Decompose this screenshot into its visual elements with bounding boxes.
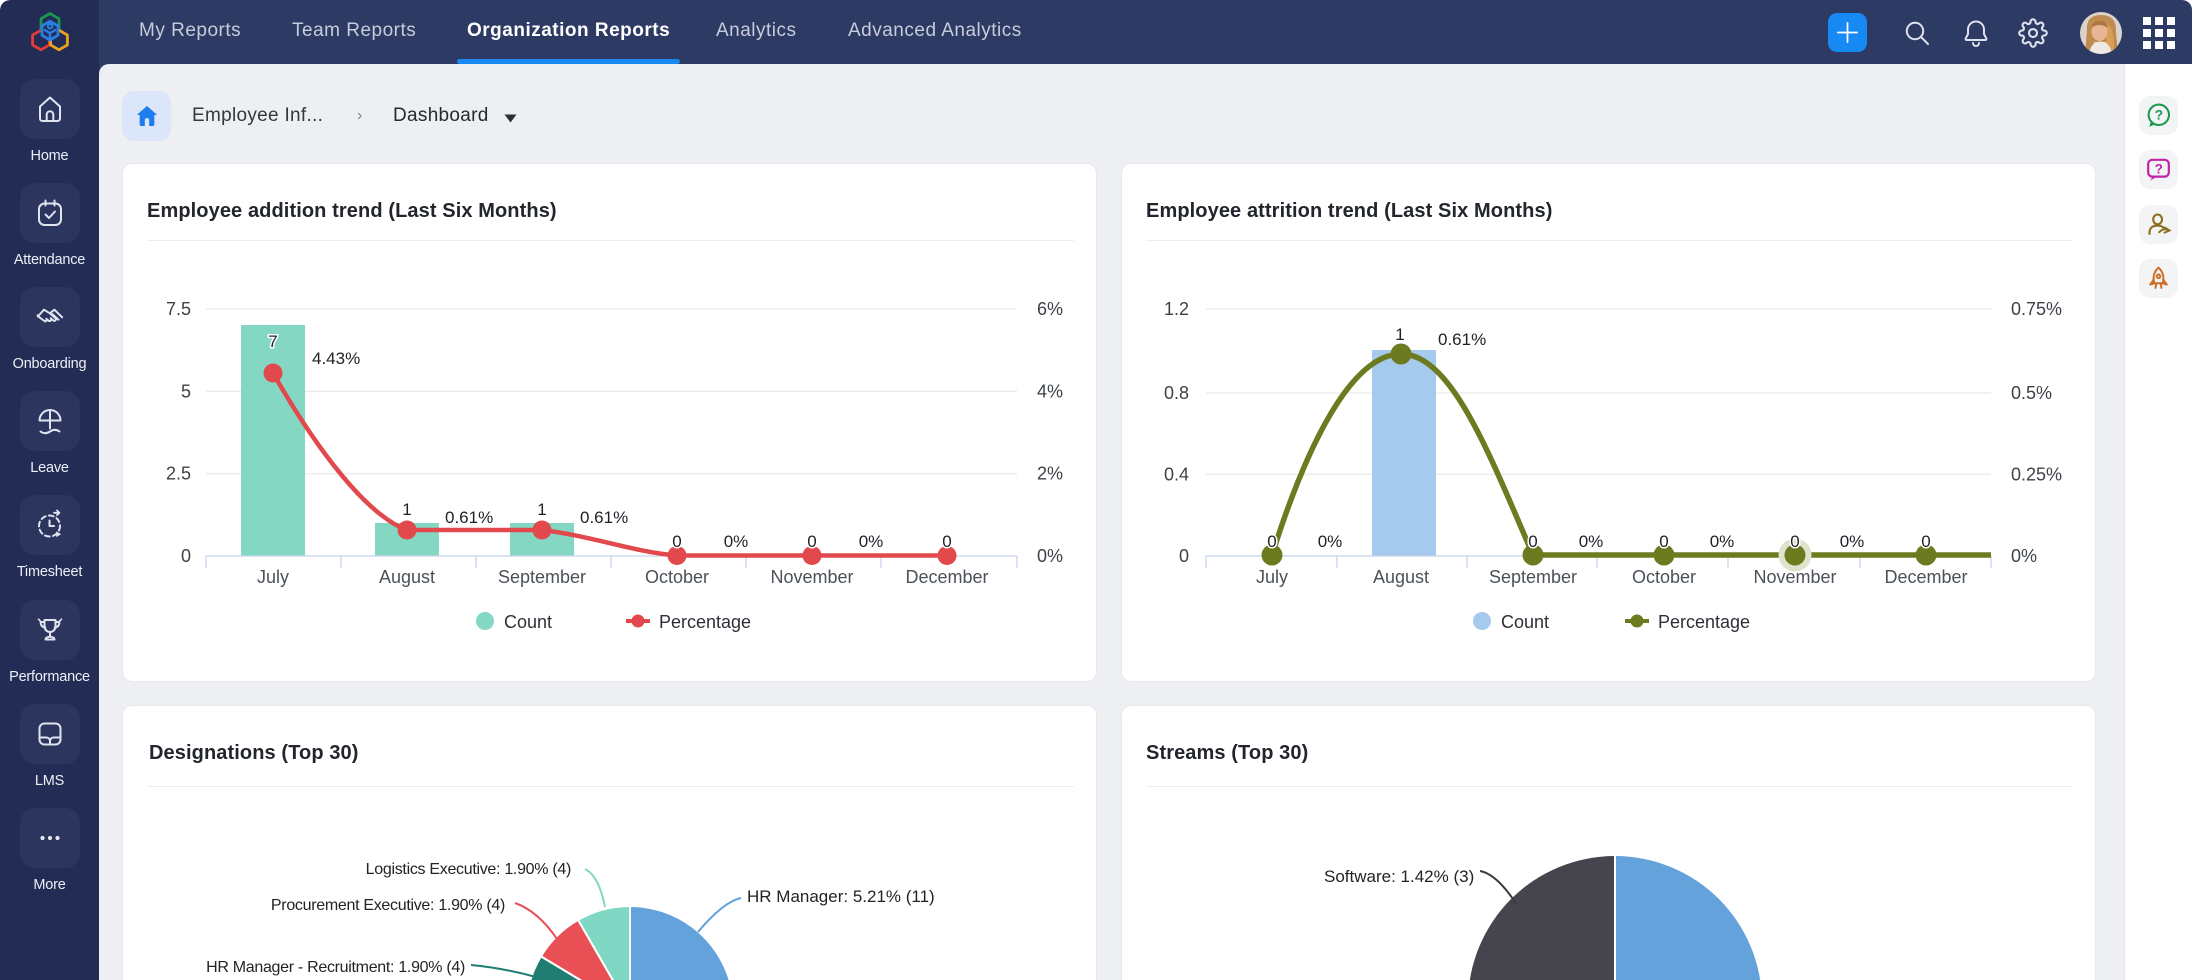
svg-text:Count: Count [504,612,552,632]
svg-text:0.61%: 0.61% [1438,330,1486,349]
svg-text:1: 1 [402,500,411,519]
svg-text:Logistics Executive: 1.90% (4): Logistics Executive: 1.90% (4) [366,861,571,878]
svg-text:Percentage: Percentage [1658,612,1750,632]
svg-text:July: July [257,567,289,587]
svg-text:0: 0 [181,546,191,566]
svg-text:1: 1 [1395,325,1404,344]
svg-text:0%: 0% [724,532,749,551]
svg-text:1.2: 1.2 [1164,299,1189,319]
svg-text:0.5%: 0.5% [2011,383,2052,403]
svg-text:1: 1 [537,500,546,519]
svg-text:?: ? [2155,107,2164,123]
svg-text:2.5: 2.5 [166,464,191,484]
svg-text:0.8: 0.8 [1164,383,1189,403]
svg-text:5: 5 [181,381,191,401]
svg-text:0: 0 [672,532,681,551]
svg-text:October: October [645,567,709,587]
svg-text:2%: 2% [1037,464,1063,484]
svg-text:0: 0 [942,532,951,551]
svg-text:0%: 0% [1840,532,1865,551]
svg-text:September: September [498,567,586,587]
svg-text:November: November [770,567,853,587]
svg-text:0%: 0% [2011,546,2037,566]
svg-text:Procurement Executive: 1.90% (: Procurement Executive: 1.90% (4) [271,897,505,914]
svg-text:0%: 0% [1037,546,1063,566]
svg-text:September: September [1489,567,1577,587]
svg-text:0%: 0% [1318,532,1343,551]
svg-text:6%: 6% [1037,299,1063,319]
svg-text:HR Manager - Recruitment: 1.90: HR Manager - Recruitment: 1.90% (4) [206,959,465,976]
svg-text:November: November [1753,567,1836,587]
svg-text:December: December [905,567,988,587]
svg-text:0: 0 [1179,546,1189,566]
svg-text:0: 0 [1528,532,1537,551]
svg-text:0.4: 0.4 [1164,464,1189,484]
svg-text:0.61%: 0.61% [445,508,493,527]
svg-text:August: August [1373,567,1429,587]
svg-text:HR Manager: 5.21% (11): HR Manager: 5.21% (11) [747,887,935,906]
svg-text:0%: 0% [859,532,884,551]
svg-text:0%: 0% [1579,532,1604,551]
svg-text:August: August [379,567,435,587]
svg-text:0: 0 [1790,532,1799,551]
svg-text:7.5: 7.5 [166,299,191,319]
svg-text:0.61%: 0.61% [580,508,628,527]
svg-text:0.75%: 0.75% [2011,299,2062,319]
svg-text:December: December [1884,567,1967,587]
svg-text:0: 0 [1659,532,1668,551]
svg-text:0.25%: 0.25% [2011,464,2062,484]
svg-text:Software: 1.42% (3): Software: 1.42% (3) [1324,867,1474,886]
svg-text:0: 0 [1921,532,1930,551]
svg-text:October: October [1632,567,1696,587]
svg-text:0%: 0% [1710,532,1735,551]
svg-text:0: 0 [807,532,816,551]
svg-text:4%: 4% [1037,381,1063,401]
svg-text:?: ? [2155,161,2163,176]
svg-text:0: 0 [1267,532,1276,551]
svg-text:July: July [1256,567,1288,587]
svg-text:Count: Count [1501,612,1549,632]
svg-text:Percentage: Percentage [659,612,751,632]
svg-text:7: 7 [268,332,277,351]
svg-text:4.43%: 4.43% [312,349,360,368]
